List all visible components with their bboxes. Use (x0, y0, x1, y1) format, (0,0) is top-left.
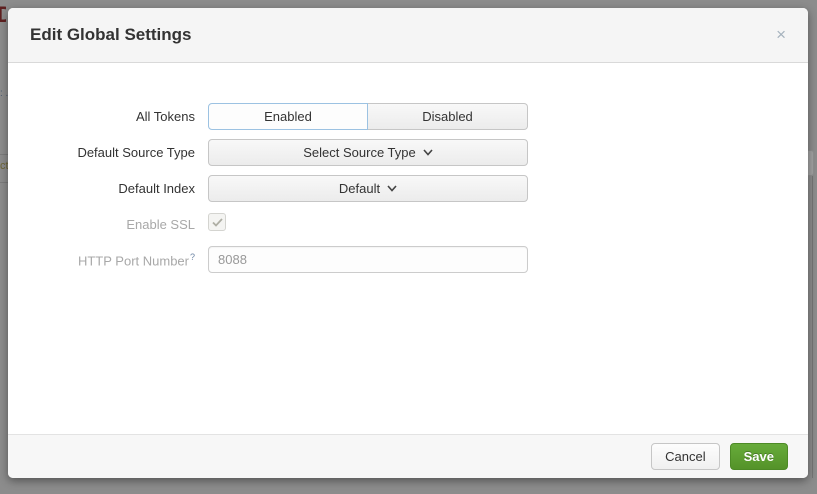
default-index-value: Default (339, 181, 380, 196)
checkmark-icon (212, 218, 223, 227)
form-row-http-port: HTTP Port Number? (8, 246, 808, 273)
edit-global-settings-dialog: Edit Global Settings × All Tokens Enable… (8, 8, 808, 478)
help-marker-icon: ? (190, 252, 195, 262)
all-tokens-label: All Tokens (8, 103, 208, 130)
dialog-title: Edit Global Settings (30, 25, 192, 45)
all-tokens-toggle: Enabled Disabled (208, 103, 528, 130)
chevron-down-icon (387, 185, 397, 192)
dialog-footer: Cancel Save (8, 434, 808, 478)
form-row-default-source-type: Default Source Type Select Source Type (8, 139, 808, 166)
default-source-type-value: Select Source Type (303, 145, 416, 160)
save-button[interactable]: Save (730, 443, 788, 470)
dimmed-page-edge-line (812, 176, 813, 478)
default-index-dropdown[interactable]: Default (208, 175, 528, 202)
default-index-label: Default Index (8, 175, 208, 202)
form-row-all-tokens: All Tokens Enabled Disabled (8, 103, 808, 130)
cancel-button[interactable]: Cancel (651, 443, 719, 470)
enable-ssl-checkbox (208, 213, 226, 231)
dimmed-page-divider (0, 154, 8, 155)
default-source-type-dropdown[interactable]: Select Source Type (208, 139, 528, 166)
close-icon[interactable]: × (776, 26, 786, 43)
dimmed-page-heading-fragment: D (0, 2, 6, 28)
dialog-body: All Tokens Enabled Disabled Default Sour… (8, 63, 808, 273)
disabled-toggle-button[interactable]: Disabled (368, 103, 528, 130)
chevron-down-icon (423, 149, 433, 156)
default-source-type-label: Default Source Type (8, 139, 208, 166)
form-row-enable-ssl: Enable SSL (8, 211, 808, 232)
enable-ssl-label: Enable SSL (8, 211, 208, 232)
http-port-label: HTTP Port Number? (8, 246, 208, 273)
dialog-header: Edit Global Settings × (8, 8, 808, 63)
dimmed-page-divider (0, 182, 8, 183)
form-row-default-index: Default Index Default (8, 175, 808, 202)
http-port-input (208, 246, 528, 273)
enabled-toggle-button[interactable]: Enabled (208, 103, 368, 130)
